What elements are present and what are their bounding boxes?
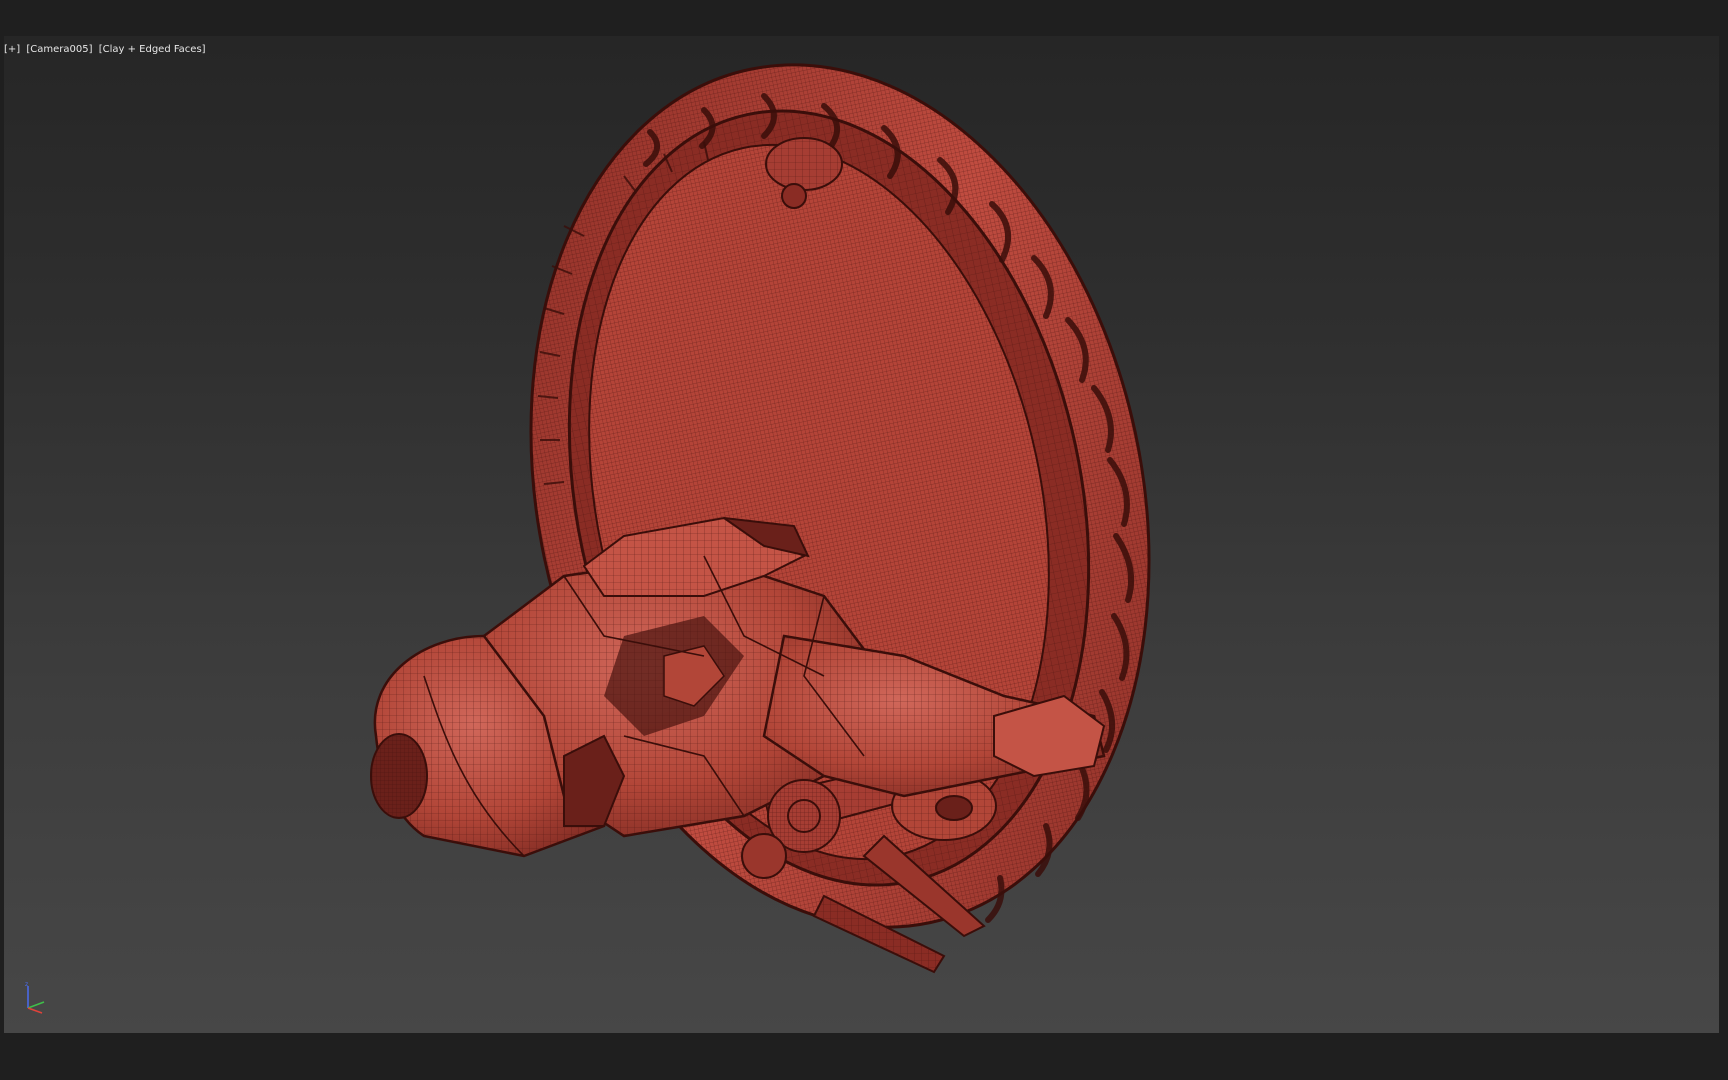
x-axis-line xyxy=(27,1007,43,1014)
y-axis-line xyxy=(27,1001,45,1009)
z-axis-label: z xyxy=(25,981,28,988)
wheel-ring xyxy=(529,63,1151,929)
monowheel-model[interactable] xyxy=(4,36,1719,1033)
axis-gizmo: z xyxy=(25,981,45,1014)
camera-viewport[interactable]: [+] [Camera005] [Clay + Edged Faces] z xyxy=(4,36,1719,1033)
max-application-window: [+] [Camera005] [Clay + Edged Faces] z xyxy=(0,0,1728,1080)
